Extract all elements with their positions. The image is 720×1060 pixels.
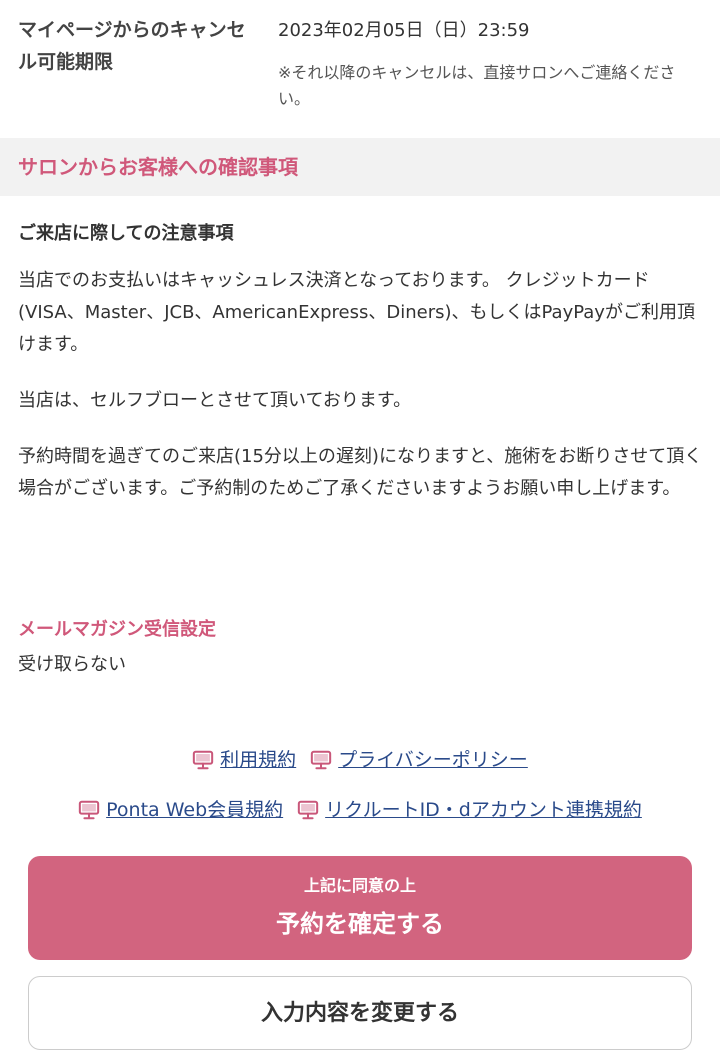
change-input-button[interactable]: 入力内容を変更する: [28, 976, 692, 1050]
monitor-icon: [311, 750, 332, 770]
salon-confirmation-title: サロンからお客様への確認事項: [18, 155, 298, 179]
privacy-policy-link-label[interactable]: プライバシーポリシー: [338, 745, 528, 775]
cancel-deadline-note: ※それ以降のキャンセルは、直接サロンへご連絡ください。: [278, 63, 676, 108]
terms-link-label[interactable]: 利用規約: [220, 745, 296, 775]
terms-link[interactable]: 利用規約: [192, 745, 296, 775]
monitor-icon: [192, 750, 214, 770]
ponta-terms-link-label[interactable]: Ponta Web会員規約: [106, 795, 283, 825]
monitor-icon: [297, 800, 319, 820]
visit-note-paragraph: 当店は、セルフブローとさせて頂いております。: [18, 390, 412, 411]
salon-confirmation-header: サロンからお客様への確認事項: [0, 138, 720, 196]
change-input-label: 入力内容を変更する: [260, 1000, 459, 1025]
cancel-deadline-value: 2023年02月05日（日）23:59: [278, 20, 530, 41]
visit-notes-body: 当店でのお支払いはキャッシュレス決済となっております。 クレジットカード(VIS…: [18, 265, 708, 529]
visit-note-paragraph: 予約時間を過ぎてのご来店(15分以上の遅刻)になりますと、施術をお断りさせて頂く…: [18, 446, 703, 499]
mail-magazine-title: メールマガジン受信設定: [18, 619, 216, 640]
confirm-reservation-label: 予約を確定する: [276, 911, 444, 938]
recruit-id-terms-link[interactable]: リクルートID・dアカウント連携規約: [297, 795, 642, 825]
monitor-icon: [78, 800, 100, 820]
policy-links-row: Ponta Web会員規約 リクルートID・dアカウント連携規約: [0, 795, 720, 825]
visit-note-paragraph: 当店でのお支払いはキャッシュレス決済となっております。 クレジットカード(VIS…: [18, 270, 695, 355]
policy-links-row: 利用規約 プライバシーポリシー: [0, 745, 720, 775]
confirm-reservation-button[interactable]: 上記に同意の上 予約を確定する: [28, 856, 692, 960]
recruit-id-terms-link-label[interactable]: リクルートID・dアカウント連携規約: [325, 795, 642, 825]
mail-magazine-value: 受け取らない: [18, 654, 126, 675]
ponta-terms-link[interactable]: Ponta Web会員規約: [78, 795, 283, 825]
confirm-reservation-sublabel: 上記に同意の上: [303, 878, 416, 895]
privacy-policy-link[interactable]: プライバシーポリシー: [310, 745, 528, 775]
cancel-deadline-row: マイページからのキャンセル可能期限 2023年02月05日（日）23:59 ※そ…: [0, 0, 720, 138]
visit-notes-title: ご来店に際しての注意事項: [18, 223, 234, 244]
cancel-deadline-label: マイページからのキャンセル可能期限: [18, 19, 246, 73]
